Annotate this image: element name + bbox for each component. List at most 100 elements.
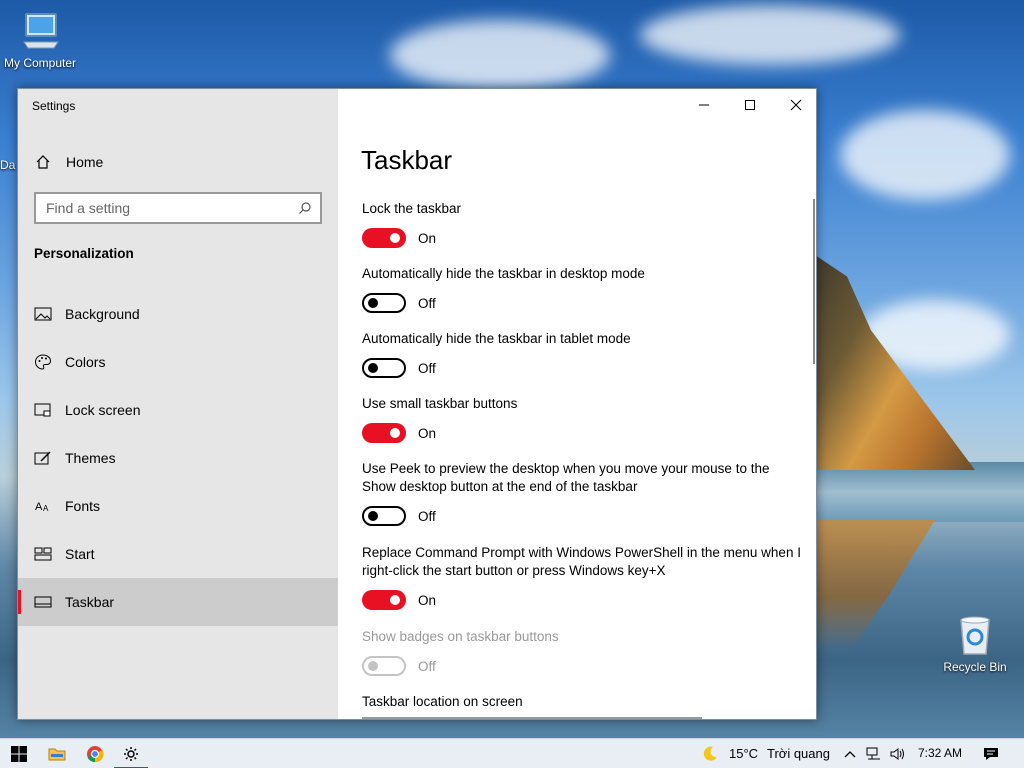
moon-icon: [703, 746, 717, 761]
settings-window: Settings Home Find a setting Personaliza…: [17, 88, 817, 720]
toggle-badges: [362, 656, 406, 676]
svg-text:A: A: [43, 504, 49, 513]
network-icon: [866, 747, 880, 760]
maximize-button[interactable]: [727, 89, 773, 121]
svg-text:A: A: [35, 501, 43, 513]
sidebar-item-start[interactable]: Start: [18, 530, 338, 578]
taskbar: 15°C Trời quang 7:32 AM: [0, 738, 1024, 768]
clock[interactable]: 7:32 AM: [918, 746, 962, 760]
home-label: Home: [66, 154, 104, 170]
sidebar-item-label: Background: [65, 306, 140, 322]
sidebar-item-themes[interactable]: Themes: [18, 434, 338, 482]
settings-sidebar: Settings Home Find a setting Personaliza…: [18, 89, 338, 719]
toggle-autohide-tablet[interactable]: [362, 358, 406, 378]
minimize-button[interactable]: [681, 89, 727, 121]
setting-autohide-tablet: Automatically hide the taskbar in tablet…: [362, 330, 802, 378]
lock-screen-icon: [18, 402, 65, 418]
toggle-state: Off: [418, 360, 436, 376]
image-icon: [18, 306, 65, 322]
setting-peek: Use Peek to preview the desktop when you…: [362, 460, 802, 526]
chevron-up-icon: [844, 751, 856, 758]
setting-label: Show badges on taskbar buttons: [362, 629, 559, 644]
setting-small-buttons: Use small taskbar buttons On: [362, 395, 802, 443]
search-input[interactable]: Find a setting: [34, 192, 322, 224]
sidebar-item-label: Lock screen: [65, 402, 141, 418]
sidebar-item-taskbar[interactable]: Taskbar: [18, 578, 338, 626]
sidebar-item-fonts[interactable]: AA Fonts: [18, 482, 338, 530]
setting-lock-taskbar: Lock the taskbar On: [362, 200, 802, 248]
sidebar-item-background[interactable]: Background: [18, 290, 338, 338]
taskbar-icon: [18, 595, 65, 609]
notification-icon: [984, 748, 998, 760]
toggle-state: On: [418, 230, 437, 246]
chrome-button[interactable]: [76, 739, 114, 768]
toggle-small-buttons[interactable]: [362, 423, 406, 443]
sidebar-item-colors[interactable]: Colors: [18, 338, 338, 386]
cloud: [640, 5, 900, 65]
page-title: Taskbar: [361, 145, 453, 175]
weather-temp[interactable]: 15°C: [729, 746, 758, 761]
file-explorer-button[interactable]: [38, 739, 76, 768]
gear-icon: [124, 747, 138, 761]
setting-label: Use Peek to preview the desktop when you…: [362, 461, 770, 494]
setting-location: Taskbar location on screen: [362, 693, 802, 711]
desktop-icon-label: Da: [0, 158, 16, 172]
toggle-state: Off: [418, 295, 436, 311]
weather-text[interactable]: Trời quang: [767, 746, 830, 761]
home-nav[interactable]: Home: [18, 144, 338, 180]
windows-logo-icon: [11, 746, 27, 762]
desktop-icon-partial[interactable]: Da: [0, 158, 18, 172]
location-dropdown[interactable]: [362, 717, 702, 719]
setting-label: Replace Command Prompt with Windows Powe…: [362, 545, 801, 578]
computer-icon: [23, 13, 59, 49]
cliff-reflection: [815, 520, 935, 650]
desktop-icon-my-computer[interactable]: My Computer: [0, 8, 80, 70]
section-title: Personalization: [34, 246, 134, 261]
search-icon[interactable]: [290, 201, 320, 215]
setting-label: Use small taskbar buttons: [362, 396, 518, 411]
recycle-bin-icon: [960, 616, 990, 655]
action-center-button[interactable]: [972, 739, 1010, 768]
window-title: Settings: [32, 99, 76, 113]
cloud: [390, 20, 610, 90]
sidebar-item-label: Colors: [65, 354, 106, 370]
weather-widget[interactable]: [690, 739, 730, 768]
tray-overflow-button[interactable]: [840, 739, 860, 768]
setting-label: Taskbar location on screen: [362, 694, 523, 709]
brush-icon: [18, 450, 65, 466]
volume-button[interactable]: [886, 739, 910, 768]
font-icon: AA: [18, 498, 65, 514]
toggle-autohide-desktop[interactable]: [362, 293, 406, 313]
network-button[interactable]: [862, 739, 886, 768]
speaker-icon: [890, 748, 904, 760]
start-button[interactable]: [0, 739, 38, 768]
personalization-nav: Background Colors Lock screen Themes A A…: [18, 290, 338, 626]
setting-autohide-desktop: Automatically hide the taskbar in deskto…: [362, 265, 802, 313]
desktop-icon-label: Recycle Bin: [943, 660, 1007, 674]
folder-icon: [48, 748, 66, 761]
toggle-state: Off: [418, 508, 436, 524]
settings-main: Taskbar Lock the taskbar On Automaticall…: [338, 89, 816, 719]
setting-label: Automatically hide the taskbar in tablet…: [362, 331, 631, 346]
close-button[interactable]: [773, 89, 816, 121]
sidebar-item-label: Themes: [65, 450, 116, 466]
toggle-peek[interactable]: [362, 506, 406, 526]
desktop-icon-label: My Computer: [3, 56, 77, 70]
scrollbar[interactable]: [813, 199, 815, 364]
toggle-state: Off: [418, 658, 436, 674]
toggle-powershell[interactable]: [362, 590, 406, 610]
desktop-icon-recycle-bin[interactable]: Recycle Bin: [935, 612, 1015, 674]
setting-label: Lock the taskbar: [362, 201, 462, 216]
toggle-state: On: [418, 592, 437, 608]
sidebar-item-label: Fonts: [65, 498, 101, 514]
toggle-lock-taskbar[interactable]: [362, 228, 406, 248]
sidebar-item-lock-screen[interactable]: Lock screen: [18, 386, 338, 434]
settings-taskbar-button[interactable]: [112, 739, 150, 768]
home-icon: [18, 154, 66, 170]
toggle-state: On: [418, 425, 437, 441]
search-placeholder: Find a setting: [46, 200, 131, 216]
sidebar-item-label: Start: [65, 546, 95, 562]
chrome-icon: [87, 746, 104, 763]
cloud: [840, 110, 1010, 200]
setting-powershell: Replace Command Prompt with Windows Powe…: [362, 544, 802, 610]
